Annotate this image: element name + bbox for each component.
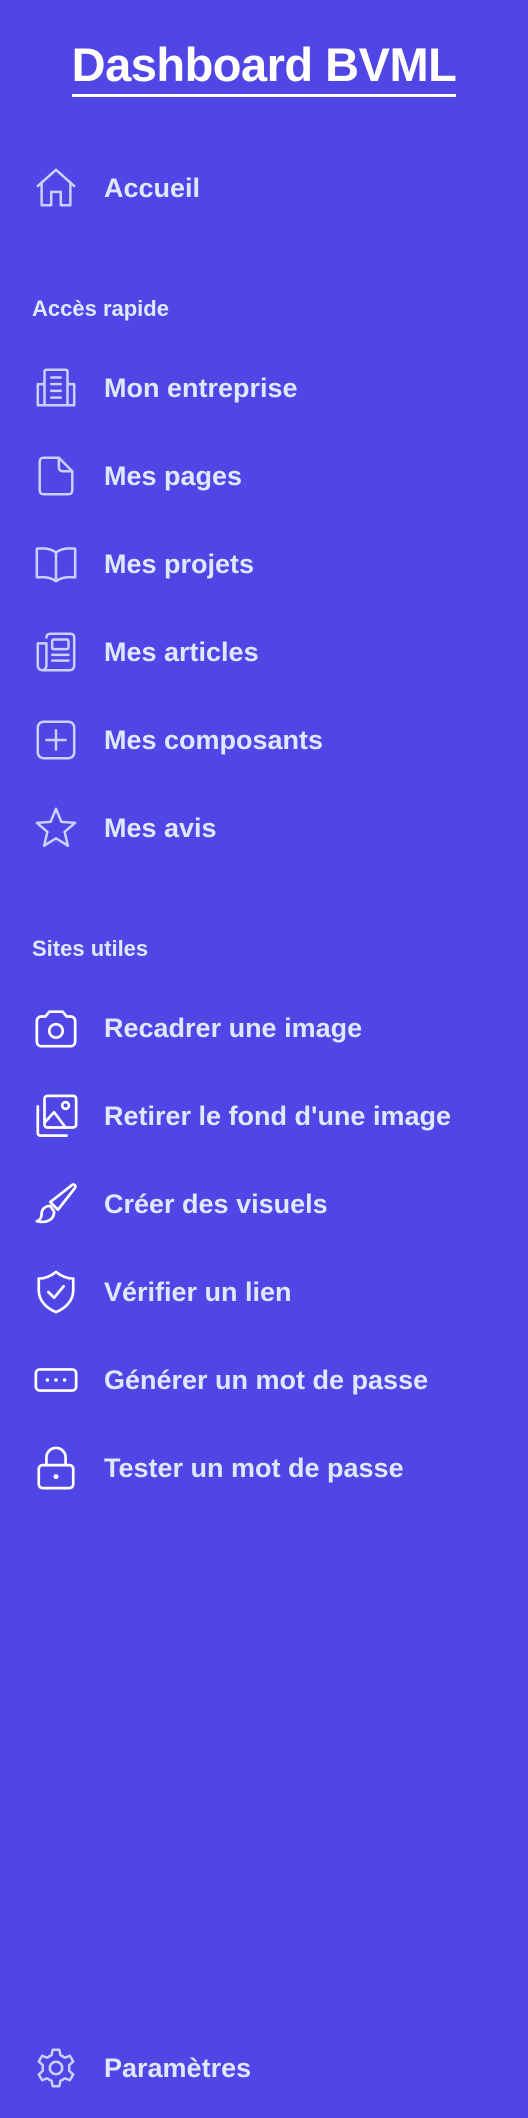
star-icon	[32, 804, 80, 852]
nav-item-label: Créer des visuels	[104, 1188, 328, 1219]
paintbrush-icon	[32, 1180, 80, 1228]
nav-item-label: Mes articles	[104, 636, 259, 667]
photos-icon	[32, 1092, 80, 1140]
nav-item-mes-composants[interactable]: Mes composants	[32, 712, 502, 768]
plus-square-icon	[32, 716, 80, 764]
shield-check-icon	[32, 1268, 80, 1316]
app-title-text[interactable]: Dashboard BVML	[71, 36, 457, 97]
nav-item-mes-pages[interactable]: Mes pages	[32, 448, 502, 504]
nav-item-label: Recadrer une image	[104, 1012, 363, 1043]
section-heading-useful-sites: Sites utiles	[32, 936, 149, 961]
home-icon	[32, 164, 80, 212]
nav-item-label: Mes avis	[104, 812, 217, 843]
nav-item-mon-entreprise[interactable]: Mon entreprise	[32, 360, 502, 416]
book-open-icon	[32, 540, 80, 588]
document-icon	[32, 452, 80, 500]
nav-item-label: Mes composants	[104, 724, 324, 755]
nav-item-creer-visuels[interactable]: Créer des visuels	[32, 1176, 502, 1232]
password-dots-icon	[32, 1356, 80, 1404]
nav-item-label: Mes pages	[104, 460, 243, 491]
nav-item-home[interactable]: Accueil	[32, 160, 502, 216]
nav-item-label: Mon entreprise	[104, 372, 298, 403]
nav-item-mes-articles[interactable]: Mes articles	[32, 624, 502, 680]
nav-item-retirer-fond[interactable]: Retirer le fond d'une image	[32, 1088, 502, 1144]
nav-item-mes-avis[interactable]: Mes avis	[32, 800, 502, 856]
section-heading-quick-access: Accès rapide	[32, 296, 169, 321]
camera-icon	[32, 1004, 80, 1052]
newspaper-icon	[32, 628, 80, 676]
nav-item-label: Tester un mot de passe	[104, 1452, 404, 1483]
nav-item-label: Retirer le fond d'une image	[104, 1100, 451, 1131]
nav-item-label: Mes projets	[104, 548, 255, 579]
sidebar: Dashboard BVML Accueil Accès rapide Mon …	[0, 0, 528, 2118]
nav-item-label: Générer un mot de passe	[104, 1364, 429, 1395]
nav-item-settings[interactable]: Paramètres	[32, 2040, 502, 2096]
lock-icon	[32, 1444, 80, 1492]
nav-item-recadrer-image[interactable]: Recadrer une image	[32, 1000, 502, 1056]
app-title[interactable]: Dashboard BVML	[0, 36, 528, 97]
nav-item-mes-projets[interactable]: Mes projets	[32, 536, 502, 592]
nav-item-home-label: Accueil	[104, 172, 201, 203]
gear-icon	[32, 2044, 80, 2092]
nav-item-label: Vérifier un lien	[104, 1276, 292, 1307]
nav-item-tester-mot-de-passe[interactable]: Tester un mot de passe	[32, 1440, 502, 1496]
nav-item-settings-label: Paramètres	[104, 2052, 252, 2083]
nav-item-generer-mot-de-passe[interactable]: Générer un mot de passe	[32, 1352, 502, 1408]
building-icon	[32, 364, 80, 412]
nav-item-verifier-lien[interactable]: Vérifier un lien	[32, 1264, 502, 1320]
